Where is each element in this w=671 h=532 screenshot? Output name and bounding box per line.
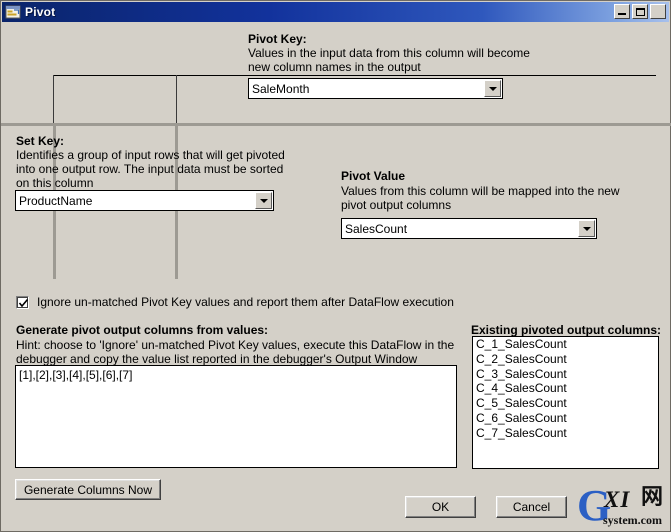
chevron-down-icon[interactable] [484,80,501,97]
pivot-value-label: Pivot Value [341,169,406,183]
watermark-mid: XI [604,487,631,512]
set-key-description: Identifies a group of input rows that wi… [16,148,285,190]
values-textarea[interactable]: [1],[2],[3],[4],[5],[6],[7] [15,365,457,468]
divider-vertical-left-upper [53,75,54,124]
divider-top [53,75,656,76]
window-title: Pivot [25,5,56,19]
list-item[interactable]: C_4_SalesCount [473,381,658,396]
cancel-button[interactable]: Cancel [496,496,567,518]
generate-columns-label: Generate pivot output columns from value… [16,323,269,337]
pivot-key-description: Values in the input data from this colum… [248,46,530,74]
set-key-combobox[interactable]: ProductName [15,190,274,211]
generate-columns-hint: Hint: choose to 'Ignore' un-matched Pivo… [16,338,455,366]
set-key-label: Set Key: [16,134,65,148]
pivot-app-icon [5,5,21,20]
existing-columns-label: Existing pivoted output columns: [471,323,661,337]
set-key-value: ProductName [19,193,93,208]
watermark-domain: system.com [603,513,662,527]
ignore-unmatched-label: Ignore un-matched Pivot Key values and r… [37,295,454,309]
list-item[interactable]: C_5_SalesCount [473,396,658,411]
pivot-key-value: SaleMonth [252,81,310,96]
pivot-key-label: Pivot Key: [248,32,307,46]
chevron-down-icon[interactable] [578,220,595,237]
title-bar[interactable]: Pivot [2,2,669,22]
values-text: [1],[2],[3],[4],[5],[6],[7] [19,368,133,382]
close-icon[interactable] [650,4,666,19]
chevron-down-icon[interactable] [255,192,272,209]
watermark-letter: G [577,481,612,530]
ignore-unmatched-row[interactable]: Ignore un-matched Pivot Key values and r… [16,295,454,309]
window-controls [614,4,666,19]
divider-vertical-mid-upper [176,75,177,124]
checkmark-icon [18,298,29,307]
maximize-icon[interactable] [632,4,648,19]
list-item[interactable]: C_7_SalesCount [473,426,658,441]
list-item[interactable]: C_1_SalesCount [473,337,658,352]
watermark-cn-char: 网 [641,484,664,509]
pivot-dialog: Pivot Pivot Key: Values in the input dat… [0,0,671,532]
existing-columns-listbox[interactable]: C_1_SalesCount C_2_SalesCount C_3_SalesC… [472,336,659,469]
pivot-key-combobox[interactable]: SaleMonth [248,78,503,99]
list-item[interactable]: C_6_SalesCount [473,411,658,426]
ignore-unmatched-checkbox[interactable] [16,295,29,309]
list-item[interactable]: C_2_SalesCount [473,352,658,367]
pivot-value-description: Values from this column will be mapped i… [341,184,620,212]
pivot-value-value: SalesCount [345,221,408,236]
list-item[interactable]: C_3_SalesCount [473,367,658,382]
divider-middle [1,123,671,126]
watermark: G XI 网 system.com [577,484,669,530]
ok-button[interactable]: OK [405,496,476,518]
pivot-value-combobox[interactable]: SalesCount [341,218,597,239]
minimize-icon[interactable] [614,4,630,19]
generate-columns-now-button[interactable]: Generate Columns Now [15,479,161,500]
